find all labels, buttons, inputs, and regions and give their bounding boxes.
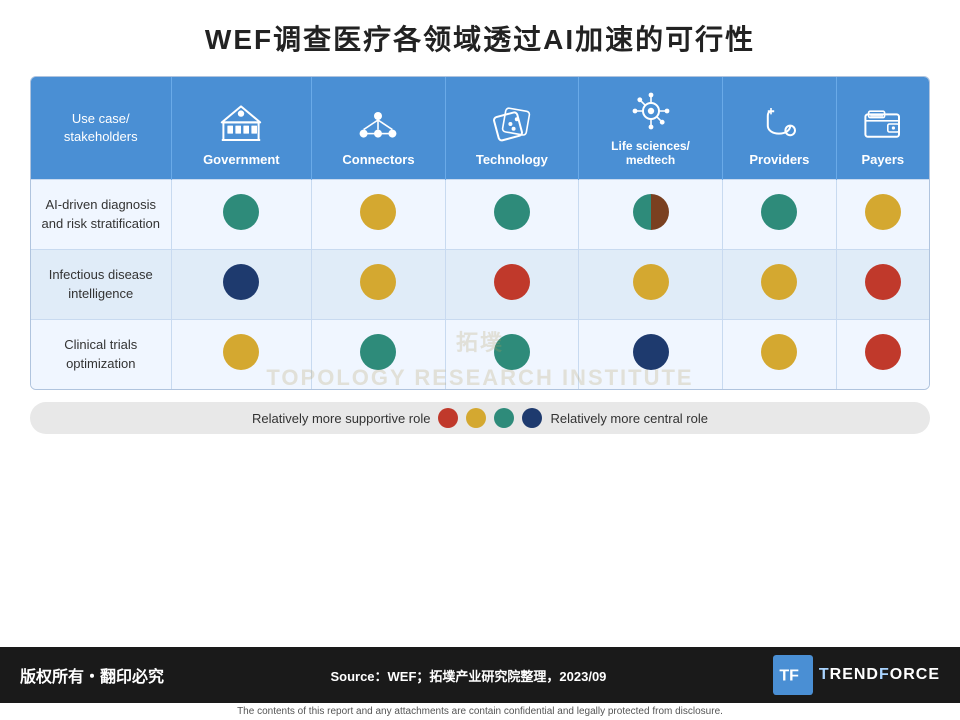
svg-text:TF: TF	[779, 668, 799, 685]
col-label-technology: Technology	[476, 152, 548, 167]
footer-copyright: 版权所有・翻印必究	[20, 663, 164, 687]
table-row: AI-driven diagnosis and risk stratificat…	[31, 180, 929, 250]
main-table: Use case/stakeholders	[31, 77, 929, 389]
cell-2-connectors	[312, 250, 446, 320]
legend-dot-teal	[494, 408, 514, 428]
dot-red	[865, 334, 901, 370]
cell-2-government	[171, 250, 312, 320]
cell-1-government	[171, 180, 312, 250]
col-label-payers: Payers	[861, 152, 904, 167]
main-container: WEF调查医疗各领域透过AI加速的可行性 拓墣TOPOLOGY RESEARCH…	[0, 0, 960, 720]
cell-3-government	[171, 320, 312, 390]
table-row: Clinical trials optimization	[31, 320, 929, 390]
dot-yellow	[360, 194, 396, 230]
dot-yellow	[633, 264, 669, 300]
legend-left-label: Relatively more supportive role	[252, 411, 430, 426]
main-table-wrapper: Use case/stakeholders	[30, 76, 930, 390]
cell-1-lifesciences	[578, 180, 722, 250]
dot-yellow	[223, 334, 259, 370]
payers-icon	[859, 100, 907, 148]
cell-2-technology	[445, 250, 578, 320]
cell-2-providers	[723, 250, 836, 320]
col-header-lifesciences: Life sciences/medtech	[578, 77, 722, 180]
cell-3-providers	[723, 320, 836, 390]
footer-source: Source：WEF；拓墣产业研究院整理，2023/09	[184, 666, 753, 685]
use-case-label-3: Clinical trials optimization	[31, 320, 171, 390]
dot-red	[494, 264, 530, 300]
col-header-payers: Payers	[836, 77, 929, 180]
cell-3-lifesciences	[578, 320, 722, 390]
lifesciences-icon	[627, 87, 675, 135]
cell-3-payers	[836, 320, 929, 390]
dot-yellow	[865, 194, 901, 230]
cell-1-payers	[836, 180, 929, 250]
dot-split	[633, 194, 669, 230]
dot-teal	[223, 194, 259, 230]
use-case-header: Use case/stakeholders	[31, 77, 171, 180]
col-header-government: Government	[171, 77, 312, 180]
col-label-providers: Providers	[749, 152, 809, 167]
dot-yellow	[761, 264, 797, 300]
page-title: WEF调查医疗各领域透过AI加速的可行性	[0, 0, 960, 68]
footer-logo: TF TRENDFORCE	[773, 655, 940, 695]
dot-navy	[633, 334, 669, 370]
use-case-label-2: Infectious disease intelligence	[31, 250, 171, 320]
table-header-row: Use case/stakeholders	[31, 77, 929, 180]
trendforce-name: TRENDFORCE	[819, 666, 940, 684]
technology-icon	[488, 100, 536, 148]
legend-dot-red	[438, 408, 458, 428]
cell-1-providers	[723, 180, 836, 250]
cell-1-connectors	[312, 180, 446, 250]
dot-yellow	[761, 334, 797, 370]
dot-red	[865, 264, 901, 300]
cell-2-lifesciences	[578, 250, 722, 320]
legend-area: Relatively more supportive role Relative…	[30, 402, 930, 434]
dot-teal	[494, 334, 530, 370]
providers-icon	[755, 100, 803, 148]
legend-right-label: Relatively more central role	[550, 411, 708, 426]
cell-3-connectors	[312, 320, 446, 390]
dot-navy	[223, 264, 259, 300]
col-header-providers: Providers	[723, 77, 836, 180]
table-row: Infectious disease intelligence	[31, 250, 929, 320]
legend-dot-yellow	[466, 408, 486, 428]
col-label-connectors: Connectors	[342, 152, 414, 167]
dot-teal	[360, 334, 396, 370]
col-label-government: Government	[203, 152, 280, 167]
dot-teal	[761, 194, 797, 230]
cell-3-technology	[445, 320, 578, 390]
footer-bar: 版权所有・翻印必究 Source：WEF；拓墣产业研究院整理，2023/09 T…	[0, 647, 960, 703]
col-label-lifesciences: Life sciences/medtech	[611, 139, 690, 167]
footer-source-text: Source：WEF；拓墣产业研究院整理，2023/09	[330, 669, 606, 684]
legend-dot-navy	[522, 408, 542, 428]
disclaimer: The contents of this report and any atta…	[0, 703, 960, 720]
government-icon	[217, 100, 265, 148]
use-case-label-1: AI-driven diagnosis and risk stratificat…	[31, 180, 171, 250]
dot-teal	[494, 194, 530, 230]
col-header-connectors: Connectors	[312, 77, 446, 180]
connectors-icon	[354, 100, 402, 148]
dot-yellow	[360, 264, 396, 300]
cell-1-technology	[445, 180, 578, 250]
cell-2-payers	[836, 250, 929, 320]
col-header-technology: Technology	[445, 77, 578, 180]
trendforce-logo-icon: TF	[773, 655, 813, 695]
